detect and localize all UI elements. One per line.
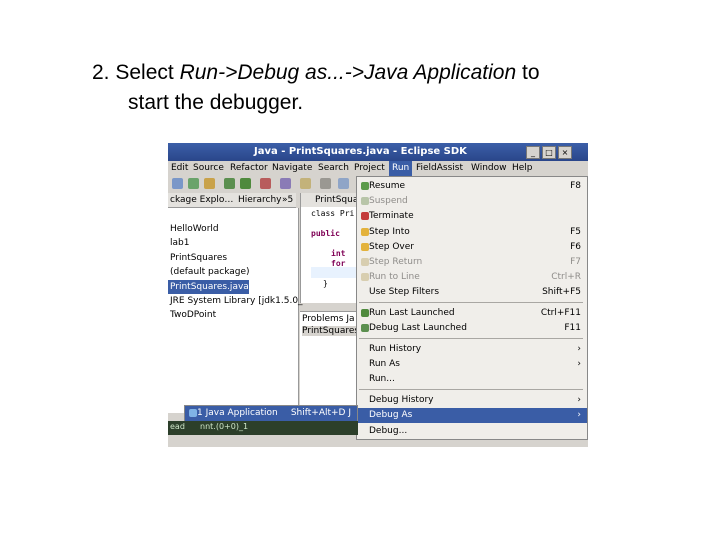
menu-navigate[interactable]: Navigate <box>272 163 312 173</box>
package-explorer-tree: HelloWorld lab1 PrintSquares (default pa… <box>168 208 303 413</box>
tab-package-explorer[interactable]: ckage Explo… <box>170 195 233 205</box>
problems-row[interactable]: PrintSquares <box>302 326 360 336</box>
tab-hierarchy[interactable]: Hierarchy <box>238 195 282 205</box>
debug-icon[interactable] <box>224 178 235 189</box>
debug-icon <box>361 324 369 332</box>
menu-item-run-last-launched[interactable]: Run Last Launched Ctrl+F11 <box>357 306 587 321</box>
step-into-icon <box>361 228 369 236</box>
step-return-icon <box>361 258 369 266</box>
menu-separator <box>359 389 583 390</box>
menu-item-java-application[interactable]: 1 Java Application Shift+Alt+D J <box>185 406 357 421</box>
run-menu-dropdown: Resume F8 Suspend Terminate Step Into F5 S… <box>356 176 588 440</box>
window-titlebar: Java - PrintSquares.java - Eclipse SDK _… <box>168 143 588 161</box>
editor-tab[interactable]: PrintSqua <box>301 193 359 207</box>
nav-back-icon[interactable] <box>338 178 349 189</box>
window-title: Java - PrintSquares.java - Eclipse SDK <box>254 146 467 157</box>
caption-line1-prefix: 2. Select <box>92 61 180 84</box>
open-type-icon[interactable] <box>300 178 311 189</box>
terminate-icon <box>361 212 369 220</box>
code-line: public <box>311 229 340 238</box>
tree-item[interactable]: JRE System Library [jdk1.5.0_ <box>168 294 303 308</box>
new-class-icon[interactable] <box>280 178 291 189</box>
java-editor[interactable]: PrintSqua class Pri public int for } <box>300 193 359 303</box>
menu-item-debug-history[interactable]: Debug History › <box>357 393 587 408</box>
tab-overflow[interactable]: »5 <box>282 195 293 205</box>
tree-item[interactable]: PrintSquares <box>168 251 227 265</box>
caption-emphasis-run-debug-as: Run->Debug as... <box>179 61 345 84</box>
caption-line1-suffix: to <box>516 61 540 84</box>
code-line: int <box>331 249 346 258</box>
resume-icon <box>361 182 369 190</box>
slide-caption: 2. Select Run->Debug as...->Java Applica… <box>92 58 692 118</box>
menu-item-step-over[interactable]: Step Over F6 <box>357 240 587 255</box>
tree-item-selected[interactable]: PrintSquares.java <box>168 280 249 294</box>
menu-separator <box>359 302 583 303</box>
menu-refactor[interactable]: Refactor <box>230 163 268 173</box>
menu-item-debug-dialog[interactable]: Debug... <box>357 424 587 439</box>
chevron-right-icon: › <box>577 410 581 420</box>
menu-project[interactable]: Project <box>354 163 385 173</box>
code-line: for <box>331 259 346 268</box>
run-icon[interactable] <box>240 178 251 189</box>
menu-item-run-history[interactable]: Run History › <box>357 342 587 357</box>
menu-item-step-return[interactable]: Step Return F7 <box>357 255 587 270</box>
code-line: } <box>323 279 328 288</box>
menu-item-use-step-filters[interactable]: Use Step Filters Shift+F5 <box>357 285 587 300</box>
menu-item-suspend[interactable]: Suspend <box>357 194 587 209</box>
menu-edit[interactable]: Edit <box>171 163 188 173</box>
chevron-right-icon: › <box>577 359 581 369</box>
close-button[interactable]: × <box>558 146 572 159</box>
code-line: class Pri <box>311 209 355 218</box>
menu-source[interactable]: Source <box>193 163 224 173</box>
java-application-icon <box>189 409 197 417</box>
status-left-text: ead <box>170 422 185 431</box>
new-icon[interactable] <box>172 178 183 189</box>
menu-search[interactable]: Search <box>318 163 349 173</box>
tree-item[interactable]: lab1 <box>168 236 189 250</box>
status-right-text: nnt.(0+0)_1 <box>200 422 249 431</box>
suspend-icon <box>361 197 369 205</box>
external-tools-icon[interactable] <box>260 178 271 189</box>
package-explorer-tabbar: ckage Explo… Hierarchy »5 <box>168 193 296 208</box>
print-icon[interactable] <box>204 178 215 189</box>
menu-item-resume[interactable]: Resume F8 <box>357 179 587 194</box>
current-line-highlight <box>311 267 359 278</box>
tree-item[interactable]: (default package) <box>168 265 250 279</box>
caption-emphasis-java-application: ->Java Application <box>344 61 517 84</box>
menu-item-step-into[interactable]: Step Into F5 <box>357 225 587 240</box>
status-bar: ead nnt.(0+0)_1 <box>168 421 358 435</box>
tree-item[interactable]: TwoDPoint <box>168 308 216 322</box>
chevron-right-icon: › <box>577 395 581 405</box>
tab-problems[interactable]: Problems Ja <box>302 314 355 324</box>
run-icon <box>361 309 369 317</box>
menu-separator <box>359 338 583 339</box>
menu-help[interactable]: Help <box>512 163 533 173</box>
maximize-button[interactable]: □ <box>542 146 556 159</box>
save-icon[interactable] <box>188 178 199 189</box>
menu-item-debug-last-launched[interactable]: Debug Last Launched F11 <box>357 321 587 336</box>
menu-item-run-to-line[interactable]: Run to Line Ctrl+R <box>357 270 587 285</box>
toolbar <box>168 176 358 192</box>
run-to-line-icon <box>361 273 369 281</box>
chevron-right-icon: › <box>577 344 581 354</box>
menu-item-terminate[interactable]: Terminate <box>357 209 587 224</box>
search-icon[interactable] <box>320 178 331 189</box>
step-over-icon <box>361 243 369 251</box>
tree-item[interactable]: HelloWorld <box>168 222 219 236</box>
menu-window[interactable]: Window <box>471 163 507 173</box>
editor-tab-label: PrintSqua <box>315 195 359 205</box>
menu-item-debug-as[interactable]: Debug As › <box>357 408 587 423</box>
menu-run[interactable]: Run <box>389 161 413 176</box>
menu-fieldassist[interactable]: FieldAssist <box>416 163 463 173</box>
menu-item-run-as[interactable]: Run As › <box>357 357 587 372</box>
minimize-button[interactable]: _ <box>526 146 540 159</box>
menu-item-run-dialog[interactable]: Run... <box>357 372 587 387</box>
eclipse-screenshot: Java - PrintSquares.java - Eclipse SDK _… <box>168 143 588 447</box>
caption-line2: start the debugger. <box>128 91 304 114</box>
menubar: Edit Source Refactor Navigate Search Pro… <box>168 161 588 176</box>
